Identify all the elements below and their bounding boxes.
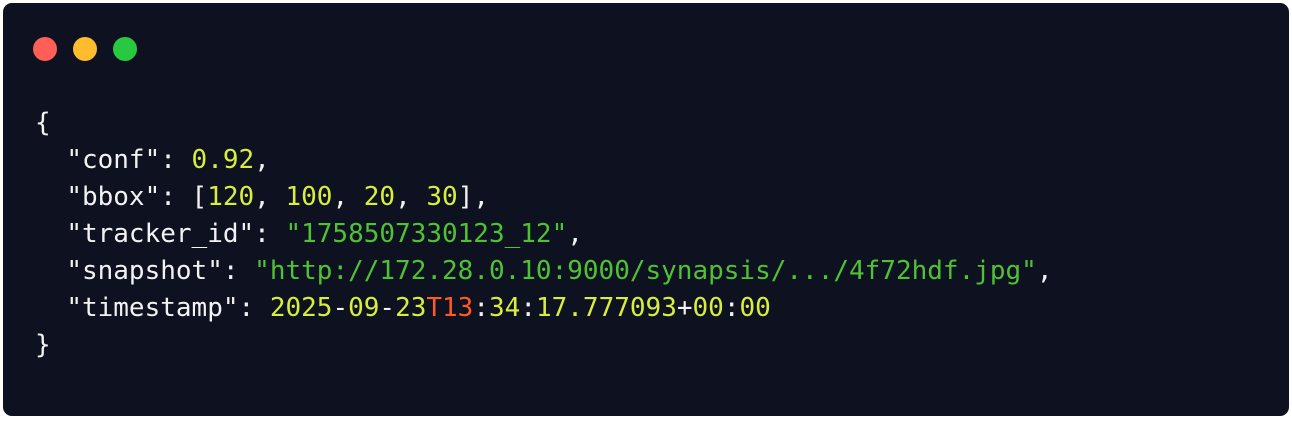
code-token-default: ,	[1036, 256, 1053, 286]
code-token-number: 30	[426, 182, 458, 212]
code-token-default: : [	[160, 182, 208, 212]
code-token-default: ,	[254, 182, 286, 212]
code-token-default: :	[238, 293, 270, 323]
code-token-default: :	[520, 293, 536, 323]
code-token-default: "tracker_id"	[66, 219, 255, 249]
code-token-default: ,	[567, 219, 583, 249]
code-token-default	[35, 219, 66, 249]
code-token-number: 120	[207, 182, 255, 212]
code-token-default: "conf"	[66, 145, 161, 175]
code-token-default: -	[332, 293, 349, 323]
code-token-default	[35, 256, 66, 286]
code-token-number: 00	[739, 293, 771, 323]
code-token-number: 00	[692, 293, 724, 323]
code-token-default: ,	[395, 182, 427, 212]
code-token-default: "timestamp"	[66, 293, 239, 323]
code-token-number: 100	[285, 182, 333, 212]
code-line: {	[35, 105, 1053, 142]
code-token-default: :	[723, 293, 740, 323]
code-token-default: ,	[254, 145, 270, 175]
code-token-number: 17.777093	[535, 293, 677, 323]
code-token-number: 34	[489, 293, 521, 323]
code-line: "conf": 0.92,	[35, 142, 1053, 179]
code-line: }	[35, 327, 1053, 364]
maximize-dot-icon[interactable]	[113, 37, 137, 61]
close-dot-icon[interactable]	[33, 37, 57, 61]
code-token-default: {	[35, 108, 51, 138]
code-token-string: "1758507330123_12"	[285, 219, 568, 249]
code-token-default: "bbox"	[66, 182, 161, 212]
code-token-default: +	[676, 293, 693, 323]
code-token-number: 20	[363, 182, 396, 212]
code-window: { "conf": 0.92, "bbox": [120, 100, 20, 3…	[3, 3, 1289, 416]
code-token-default	[35, 182, 66, 212]
json-code-block: { "conf": 0.92, "bbox": [120, 100, 20, 3…	[35, 105, 1053, 364]
code-token-number: 2025	[269, 293, 333, 323]
code-token-default: :	[254, 219, 286, 249]
code-token-default: -	[379, 293, 396, 323]
code-token-number: 09	[348, 293, 380, 323]
code-token-default: ],	[457, 182, 490, 212]
code-token-accent: T13	[426, 293, 474, 323]
code-line: "timestamp": 2025-09-23T13:34:17.777093+…	[35, 290, 1053, 327]
code-token-string: "http://172.28.0.10:9000/synapsis/.../4f…	[254, 256, 1037, 286]
code-token-number: 0.92	[191, 145, 255, 175]
code-line: "tracker_id": "1758507330123_12",	[35, 216, 1053, 253]
code-token-default: }	[35, 330, 51, 360]
code-token-default: :	[222, 256, 255, 286]
code-token-default: :	[473, 293, 489, 323]
code-token-default: "snapshot"	[66, 256, 223, 286]
code-token-default: :	[160, 145, 192, 175]
code-line: "snapshot": "http://172.28.0.10:9000/syn…	[35, 253, 1053, 290]
code-token-default	[35, 293, 66, 323]
minimize-dot-icon[interactable]	[73, 37, 97, 61]
code-token-default	[35, 145, 66, 175]
code-token-number: 23	[395, 293, 427, 323]
window-controls	[33, 37, 137, 61]
code-token-default: ,	[332, 182, 364, 212]
code-line: "bbox": [120, 100, 20, 30],	[35, 179, 1053, 216]
